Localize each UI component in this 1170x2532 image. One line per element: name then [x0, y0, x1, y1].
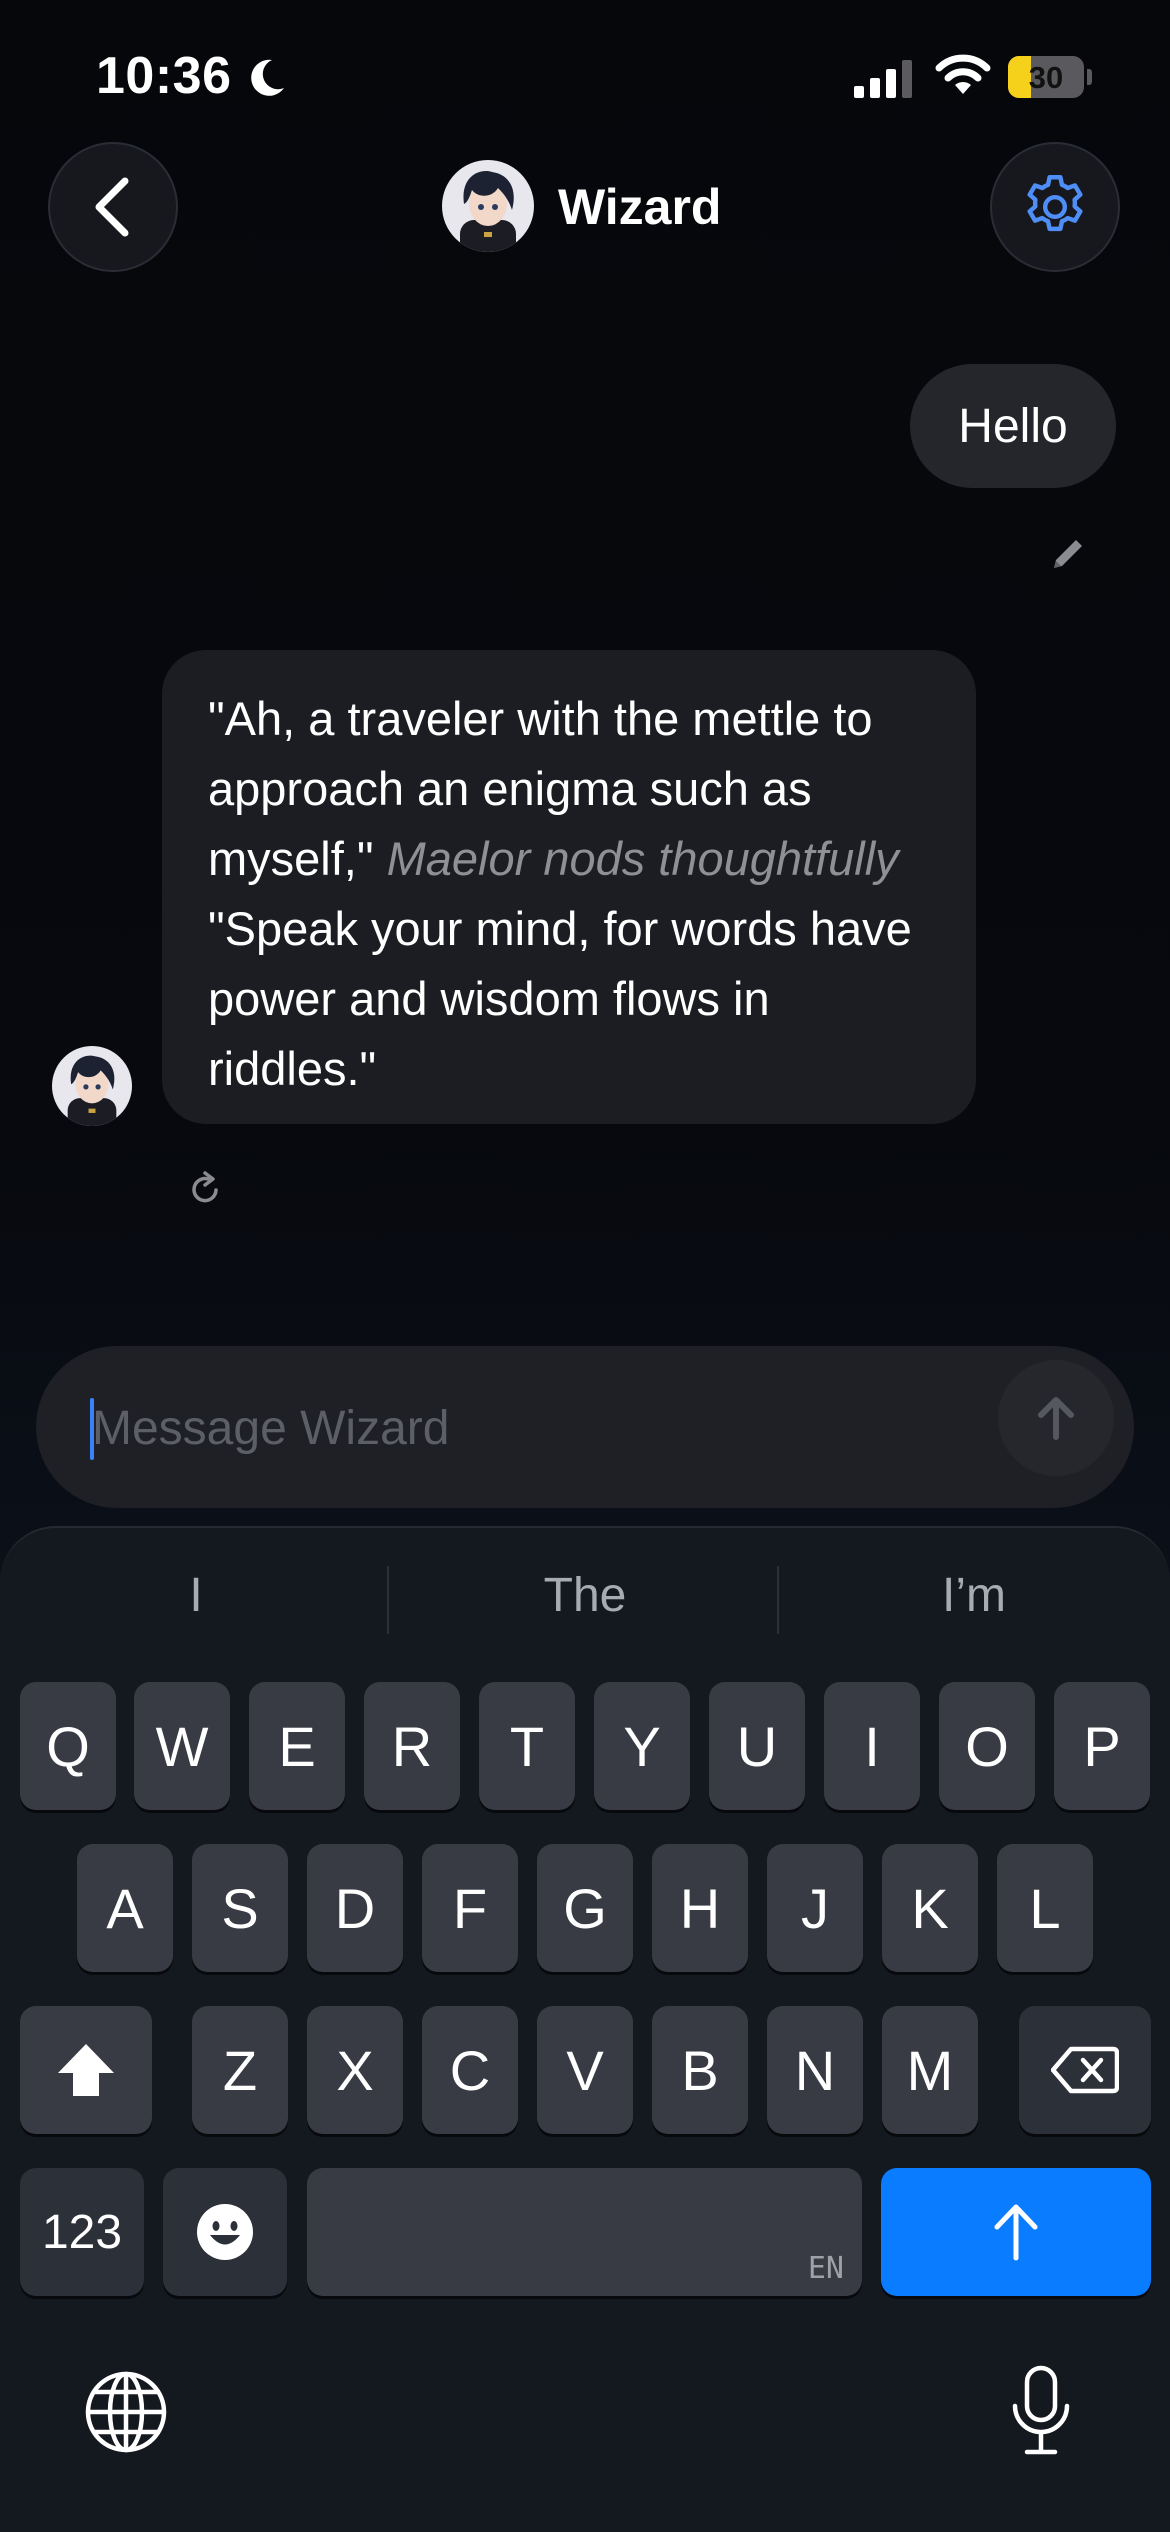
numbers-key[interactable]: 123 — [20, 2168, 144, 2296]
key-s[interactable]: S — [192, 1844, 288, 1972]
message-input-placeholder: Message Wizard — [92, 1402, 450, 1455]
globe-icon[interactable] — [84, 2370, 168, 2454]
regenerate-icon[interactable] — [186, 1168, 224, 1208]
key-k[interactable]: K — [882, 1844, 978, 1972]
key-u[interactable]: U — [709, 1682, 805, 1810]
bot-avatar[interactable] — [52, 1046, 132, 1126]
signal-icon — [854, 60, 912, 98]
back-button[interactable] — [48, 142, 178, 272]
battery-label: 30 — [1028, 60, 1064, 95]
status-bar: 10:36 30 — [0, 0, 1170, 150]
wifi-icon — [935, 54, 991, 94]
chat-screen: 10:36 30 Wizard Hello "Ah, a traveler wi… — [0, 0, 1170, 2532]
return-key[interactable] — [881, 2168, 1151, 2296]
key-f[interactable]: F — [422, 1844, 518, 1972]
shift-icon — [58, 2044, 114, 2096]
key-o[interactable]: O — [939, 1682, 1035, 1810]
chevron-left-icon — [95, 177, 129, 237]
key-m[interactable]: M — [882, 2006, 978, 2134]
user-message-bubble: Hello — [910, 364, 1116, 488]
battery-icon: 30 — [1008, 56, 1092, 98]
key-e[interactable]: E — [249, 1682, 345, 1810]
key-i[interactable]: I — [824, 1682, 920, 1810]
gear-icon — [1027, 175, 1083, 232]
suggestion-1[interactable]: I — [11, 1568, 381, 1623]
wizard-avatar-image — [52, 1046, 132, 1126]
delete-key[interactable] — [1019, 2006, 1151, 2134]
suggestion-divider — [777, 1566, 779, 1634]
arrow-up-icon — [994, 2204, 1038, 2261]
avatar[interactable] — [442, 160, 534, 252]
key-q[interactable]: Q — [20, 1682, 116, 1810]
key-g[interactable]: G — [537, 1844, 633, 1972]
page-title: Wizard — [558, 179, 722, 235]
key-p[interactable]: P — [1054, 1682, 1150, 1810]
space-language-label: EN — [807, 2251, 844, 2286]
status-time: 10:36 — [96, 47, 232, 105]
key-w[interactable]: W — [134, 1682, 230, 1810]
key-b[interactable]: B — [652, 2006, 748, 2134]
backspace-icon — [1051, 2046, 1119, 2094]
edit-pencil-icon[interactable] — [1048, 534, 1088, 574]
arrow-up-icon — [1038, 1397, 1074, 1440]
suggestion-2[interactable]: The — [400, 1568, 770, 1623]
moon-icon — [251, 59, 284, 96]
key-h[interactable]: H — [652, 1844, 748, 1972]
bot-message-action: Maelor nods thoughtfully — [386, 832, 899, 885]
microphone-icon[interactable] — [1010, 2364, 1072, 2458]
suggestion-3[interactable]: I’m — [789, 1568, 1159, 1623]
user-message-text: Hello — [958, 399, 1068, 453]
key-r[interactable]: R — [364, 1682, 460, 1810]
key-v[interactable]: V — [537, 2006, 633, 2134]
suggestion-divider — [387, 1566, 389, 1634]
bot-message-bubble: "Ah, a traveler with the mettle to appro… — [162, 650, 976, 1124]
wizard-avatar-image — [442, 160, 534, 252]
key-j[interactable]: J — [767, 1844, 863, 1972]
key-d[interactable]: D — [307, 1844, 403, 1972]
settings-button[interactable] — [990, 142, 1120, 272]
space-key[interactable]: EN — [307, 2168, 862, 2296]
emoji-key[interactable] — [163, 2168, 287, 2296]
key-c[interactable]: C — [422, 2006, 518, 2134]
send-button[interactable] — [998, 1360, 1114, 1476]
key-a[interactable]: A — [77, 1844, 173, 1972]
key-t[interactable]: T — [479, 1682, 575, 1810]
key-l[interactable]: L — [997, 1844, 1093, 1972]
key-n[interactable]: N — [767, 2006, 863, 2134]
emoji-icon — [197, 2204, 253, 2260]
key-x[interactable]: X — [307, 2006, 403, 2134]
key-z[interactable]: Z — [192, 2006, 288, 2134]
bot-message-text-continued: "Speak your mind, for words have power a… — [208, 902, 912, 1095]
key-y[interactable]: Y — [594, 1682, 690, 1810]
shift-key[interactable] — [20, 2006, 152, 2134]
